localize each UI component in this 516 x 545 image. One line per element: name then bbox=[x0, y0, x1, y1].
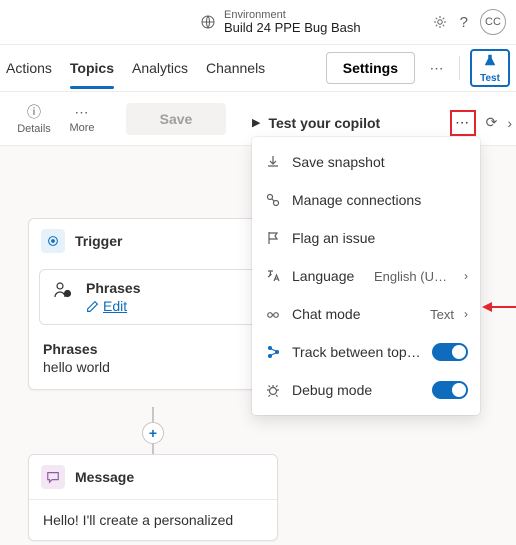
menu-save-snapshot[interactable]: Save snapshot bbox=[252, 143, 480, 181]
menu-flag-issue[interactable]: Flag an issue bbox=[252, 219, 480, 257]
phrases-body: Phrases hello world bbox=[29, 335, 277, 389]
tab-channels[interactable]: Channels bbox=[206, 48, 265, 88]
test-button[interactable]: Test bbox=[470, 49, 510, 87]
message-body[interactable]: Hello! I'll create a personalized bbox=[29, 500, 277, 540]
more-button[interactable]: ⋯ More bbox=[58, 104, 106, 134]
details-button[interactable]: ⓘ Details bbox=[10, 102, 58, 135]
page-header: Environment Build 24 PPE Bug Bash ? CC bbox=[0, 0, 516, 44]
trigger-node[interactable]: Trigger Phrases Edit Phrases hello world bbox=[28, 218, 278, 390]
track-toggle[interactable] bbox=[432, 343, 468, 361]
environment-name: Build 24 PPE Bug Bash bbox=[224, 21, 361, 35]
translate-icon bbox=[264, 268, 282, 284]
test-panel-title: Test your copilot bbox=[268, 115, 380, 131]
info-icon: ⓘ bbox=[27, 102, 41, 122]
test-label: Test bbox=[480, 73, 500, 84]
glasses-icon bbox=[264, 306, 282, 322]
trigger-title: Trigger bbox=[75, 233, 122, 249]
phrases-label: Phrases bbox=[86, 280, 140, 296]
person-chat-icon bbox=[52, 280, 74, 314]
annotation-arrow bbox=[482, 298, 516, 316]
menu-manage-connections[interactable]: Manage connections bbox=[252, 181, 480, 219]
caret-right-icon[interactable]: ▶ bbox=[252, 116, 260, 129]
link-icon bbox=[264, 192, 282, 208]
edit-phrases-link[interactable]: Edit bbox=[86, 298, 140, 314]
chevron-right-icon[interactable]: › bbox=[507, 115, 512, 131]
menu-language[interactable]: Language English (United ... › bbox=[252, 257, 480, 295]
menu-chat-mode[interactable]: Chat mode Text › bbox=[252, 295, 480, 333]
ellipsis-icon: ⋯ bbox=[75, 104, 90, 121]
help-icon[interactable]: ? bbox=[460, 14, 468, 31]
secondary-bar: Actions Topics Analytics Channels Settin… bbox=[0, 44, 516, 92]
trigger-icon bbox=[41, 229, 65, 253]
flag-icon bbox=[264, 230, 282, 246]
environment-block[interactable]: Environment Build 24 PPE Bug Bash bbox=[200, 9, 361, 35]
message-icon bbox=[41, 465, 65, 489]
separator bbox=[459, 56, 460, 80]
avatar[interactable]: CC bbox=[480, 9, 506, 35]
message-title: Message bbox=[75, 469, 134, 485]
message-node[interactable]: Message Hello! I'll create a personalize… bbox=[28, 454, 278, 541]
download-icon bbox=[264, 154, 282, 170]
tab-topics[interactable]: Topics bbox=[70, 48, 114, 88]
debug-toggle[interactable] bbox=[432, 381, 468, 399]
tab-actions[interactable]: Actions bbox=[6, 48, 52, 88]
tab-analytics[interactable]: Analytics bbox=[132, 48, 188, 88]
test-panel-menu-button[interactable]: ⋯ bbox=[450, 110, 476, 136]
chevron-right-icon: › bbox=[464, 269, 468, 283]
bug-icon bbox=[264, 382, 282, 398]
menu-debug-mode[interactable]: Debug mode bbox=[252, 371, 480, 409]
chevron-right-icon: › bbox=[464, 307, 468, 321]
test-panel-dropdown: Save snapshot Manage connections Flag an… bbox=[252, 137, 480, 415]
refresh-icon[interactable]: ⟳ bbox=[486, 114, 498, 131]
phrases-card[interactable]: Phrases Edit bbox=[39, 269, 267, 325]
menu-track-between-topics[interactable]: Track between topics bbox=[252, 333, 480, 371]
add-node-button[interactable]: + bbox=[142, 422, 164, 444]
pencil-icon bbox=[86, 300, 99, 313]
globe-icon bbox=[200, 14, 216, 30]
save-button: Save bbox=[126, 103, 226, 135]
beaker-icon bbox=[483, 53, 497, 72]
settings-button[interactable]: Settings bbox=[326, 52, 415, 84]
overflow-menu-button[interactable]: ⋯ bbox=[425, 60, 449, 77]
track-icon bbox=[264, 344, 282, 360]
nav-tabs: Actions Topics Analytics Channels bbox=[6, 48, 265, 88]
gear-icon[interactable] bbox=[432, 14, 448, 30]
